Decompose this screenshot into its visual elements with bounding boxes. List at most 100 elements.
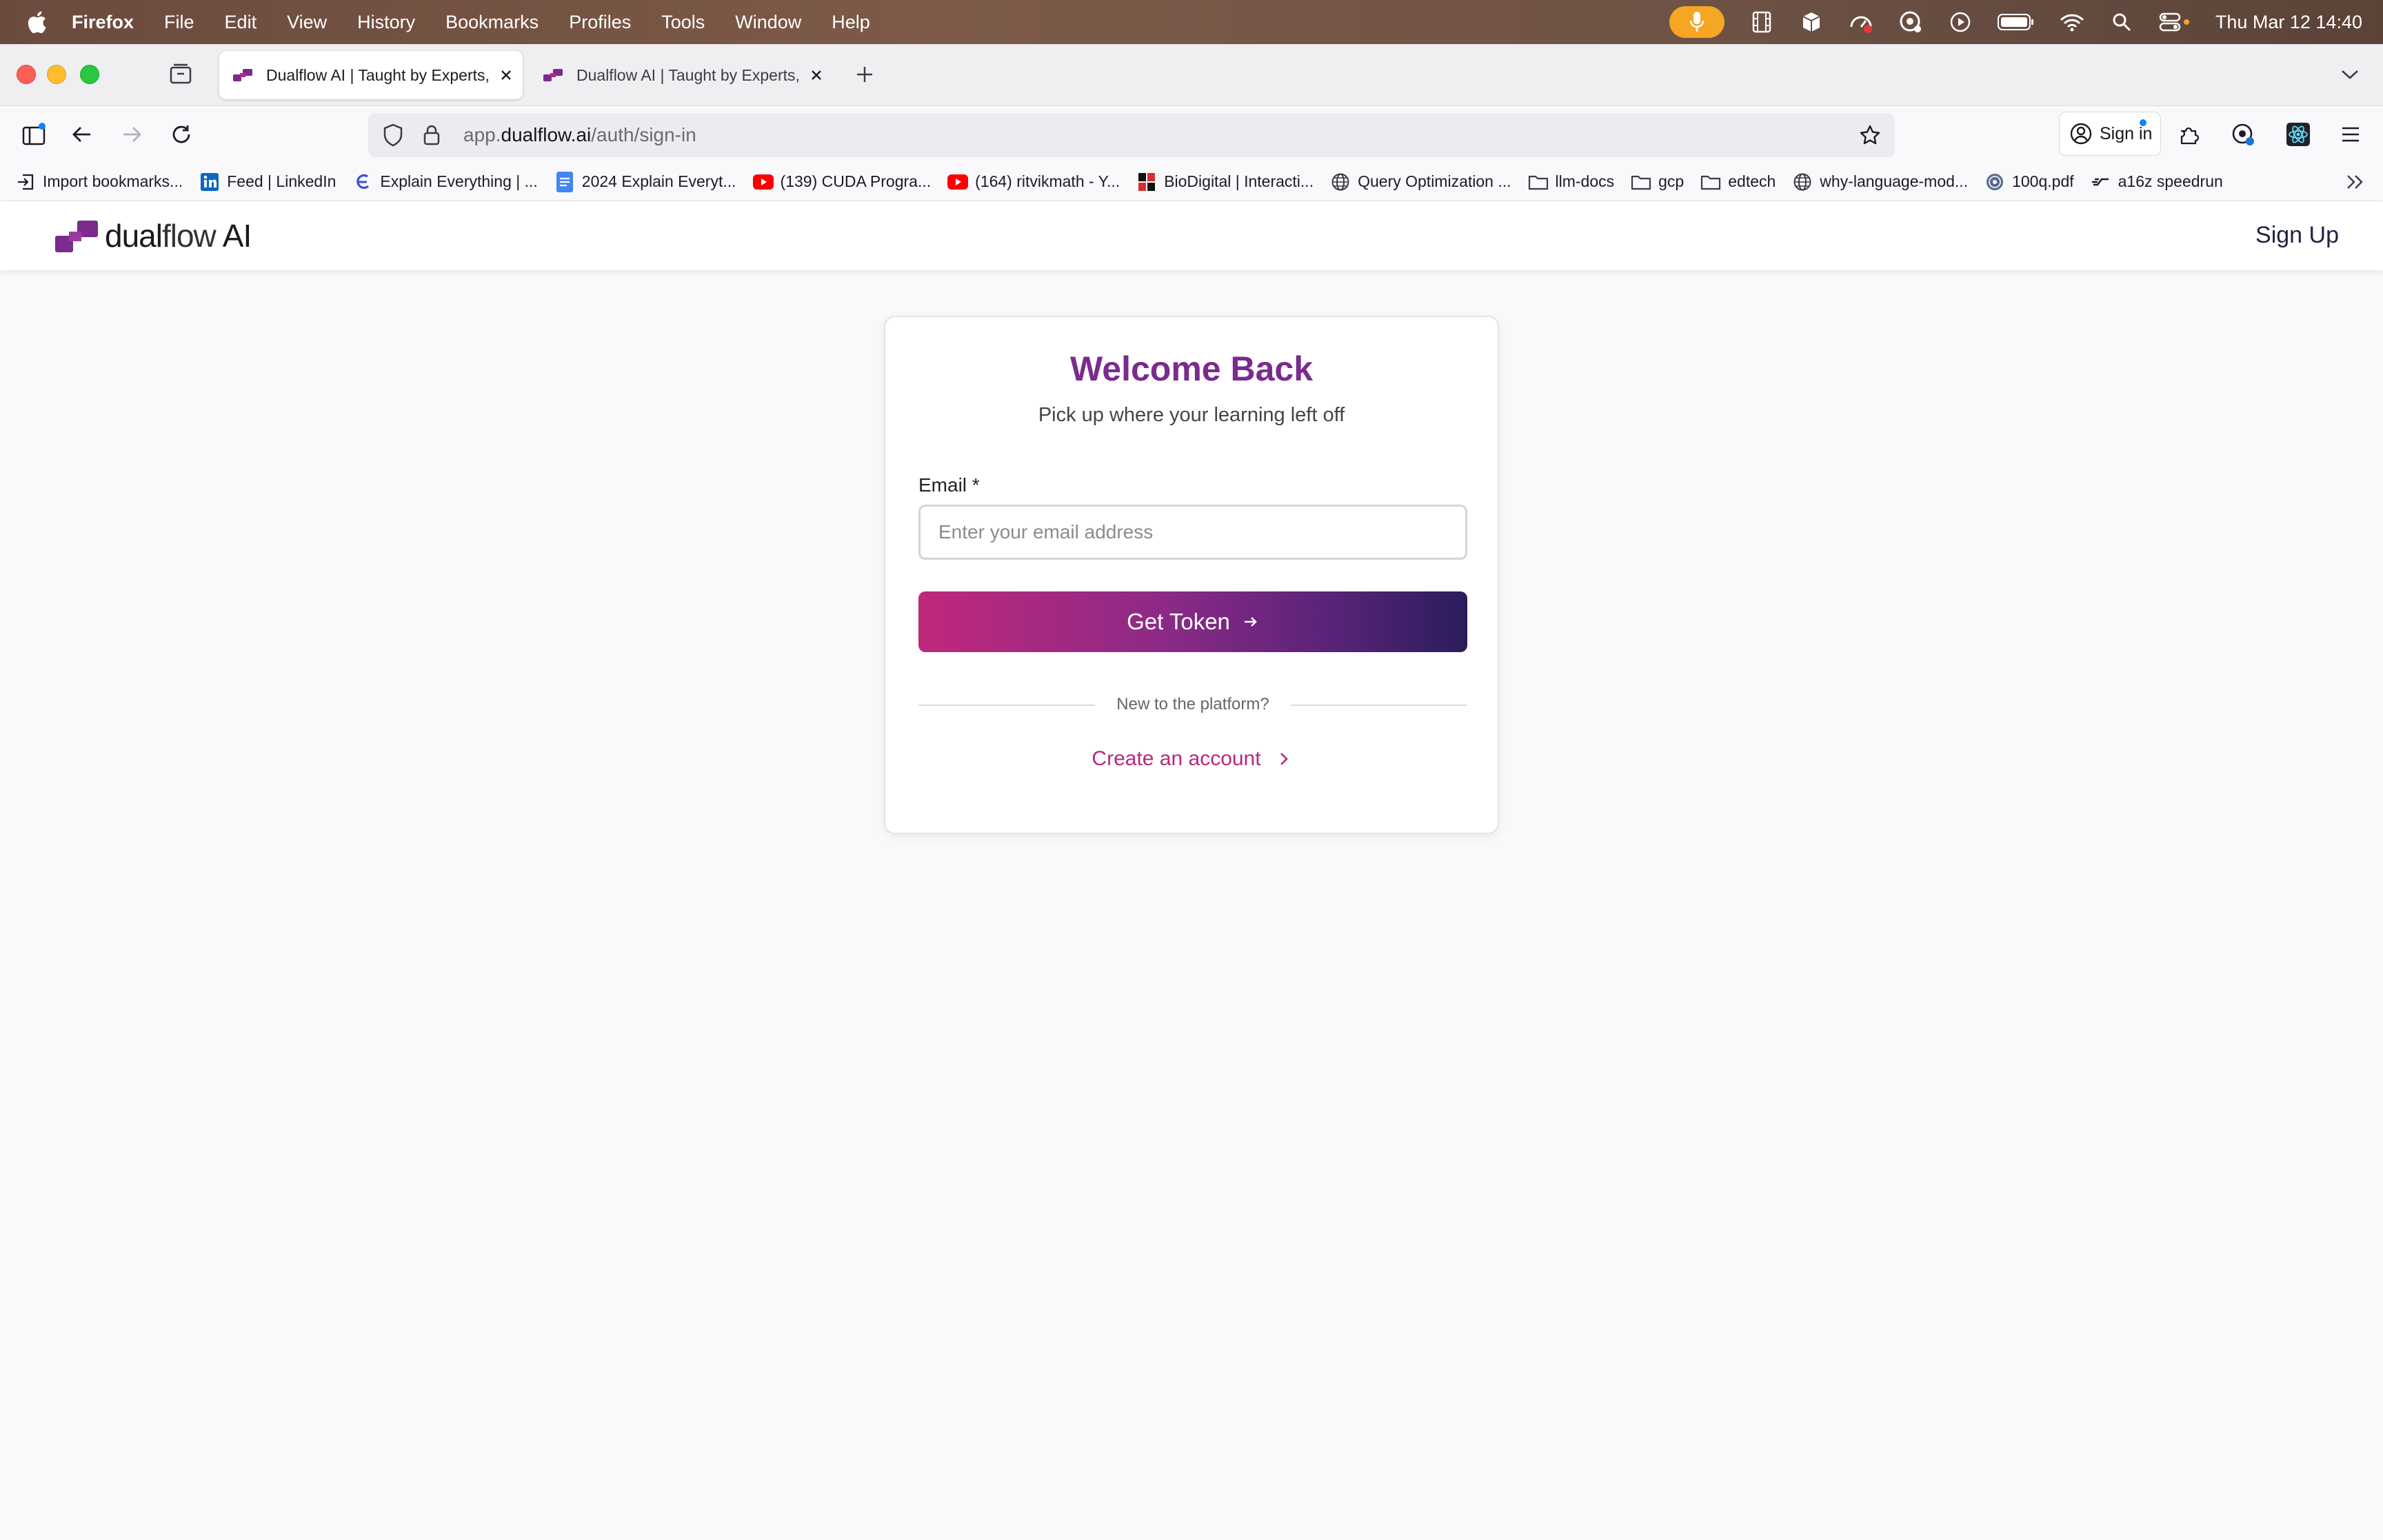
biodigital-icon — [1136, 172, 1157, 192]
bookmarks-toolbar: Import bookmarks... Feed | LinkedIn Expl… — [0, 163, 2383, 201]
bookmark-2024-explain[interactable]: 2024 Explain Everyt... — [554, 171, 736, 192]
bookmark-import[interactable]: Import bookmarks... — [15, 172, 183, 192]
sidebar-toggle-icon[interactable] — [18, 119, 50, 150]
import-icon — [15, 172, 36, 192]
account-sign-in-button[interactable]: Sign in — [2059, 112, 2161, 156]
folder-icon — [1631, 172, 1651, 192]
globe-icon — [1330, 172, 1351, 192]
reload-icon[interactable] — [165, 119, 197, 150]
get-token-button[interactable]: Get Token — [918, 591, 1467, 652]
divider-line-right — [1291, 705, 1467, 706]
bookmark-label: (164) ritvikmath - Y... — [975, 172, 1120, 190]
bookmark-biodigital[interactable]: BioDigital | Interacti... — [1136, 172, 1314, 192]
brand-flow: flow — [161, 218, 217, 254]
menu-window[interactable]: Window — [735, 12, 801, 33]
tab-label: Dualflow AI | Taught by Experts, — [266, 65, 490, 84]
page-viewport: dualflow AI Sign Up Welcome Back Pick up … — [0, 201, 2383, 1540]
bookmark-ritvikmath[interactable]: (164) ritvikmath - Y... — [947, 172, 1120, 192]
youtube-icon — [947, 172, 969, 192]
password-manager-icon[interactable] — [1898, 10, 1923, 34]
url-subdomain: app. — [463, 124, 501, 145]
bookmark-query-optimization[interactable]: Query Optimization ... — [1330, 172, 1511, 192]
menu-bar-clock[interactable]: Thu Mar 12 14:40 — [2215, 12, 2362, 33]
film-strip-icon[interactable] — [1749, 10, 1774, 34]
menu-tools[interactable]: Tools — [661, 12, 705, 33]
email-field[interactable] — [918, 505, 1467, 560]
window-zoom-button[interactable] — [80, 65, 99, 84]
pdf-seal-icon — [1984, 172, 2005, 192]
hamburger-menu-icon[interactable] — [2335, 119, 2366, 150]
bookmark-a16z-speedrun[interactable]: a16z speedrun — [2091, 172, 2223, 192]
menu-profiles[interactable]: Profiles — [569, 12, 631, 33]
browser-navigation-bar: app.dualflow.ai/auth/sign-in Sign in — [0, 106, 2383, 163]
bookmark-label: BioDigital | Interacti... — [1164, 172, 1314, 190]
or-divider: New to the platform? — [918, 695, 1467, 716]
chevron-right-icon — [1280, 753, 1288, 765]
bookmark-label: Feed | LinkedIn — [227, 172, 336, 190]
speedrun-icon — [2091, 172, 2111, 192]
arrow-right-icon — [1244, 617, 1257, 627]
bookmark-explain-everything[interactable]: Explain Everything | ... — [352, 172, 538, 192]
tab-dualflow-background[interactable]: Dualflow AI | Taught by Experts, — [530, 51, 833, 99]
cube-icon[interactable] — [1799, 10, 1824, 34]
close-tab-icon[interactable] — [807, 65, 826, 85]
macos-menu-bar: Firefox File Edit View History Bookmarks… — [0, 0, 2383, 44]
bookmark-why-language-models[interactable]: why-language-mod... — [1792, 172, 1968, 192]
bookmark-star-icon[interactable] — [1856, 121, 1884, 149]
bookmark-folder-edtech[interactable]: edtech — [1700, 172, 1776, 192]
bookmark-label: a16z speedrun — [2118, 172, 2223, 190]
create-account-link[interactable]: Create an account — [885, 747, 1498, 771]
url-text[interactable]: app.dualflow.ai/auth/sign-in — [463, 124, 696, 146]
list-all-tabs-chevron-icon[interactable] — [2336, 61, 2364, 88]
react-devtools-icon[interactable] — [2282, 119, 2314, 150]
lock-icon[interactable] — [419, 121, 444, 149]
bookmark-label: Query Optimization ... — [1358, 172, 1511, 190]
bookmark-label: gcp — [1658, 172, 1685, 190]
window-minimize-button[interactable] — [47, 65, 66, 84]
bookmarks-overflow-chevron-icon[interactable] — [2343, 170, 2368, 194]
tab-dualflow-active[interactable]: Dualflow AI | Taught by Experts, — [219, 51, 523, 99]
get-token-label: Get Token — [1127, 609, 1230, 634]
bookmark-label: (139) CUDA Progra... — [780, 172, 932, 190]
speedometer-icon[interactable] — [1849, 10, 1873, 34]
forward-arrow-icon[interactable] — [116, 119, 148, 150]
tracking-protection-shield-icon[interactable] — [379, 121, 407, 149]
sign-in-label: Sign in — [2100, 123, 2153, 143]
control-center-icon[interactable] — [2159, 10, 2191, 34]
bookmark-linkedin[interactable]: Feed | LinkedIn — [199, 172, 336, 192]
menu-file[interactable]: File — [164, 12, 194, 33]
menu-help[interactable]: Help — [832, 12, 870, 33]
back-arrow-icon[interactable] — [66, 119, 98, 150]
microphone-icon[interactable] — [1669, 6, 1725, 38]
sign-up-link[interactable]: Sign Up — [2255, 222, 2339, 249]
url-path: /auth/sign-in — [591, 124, 696, 145]
menu-bookmarks[interactable]: Bookmarks — [445, 12, 539, 33]
extensions-puzzle-icon[interactable] — [2173, 119, 2205, 150]
spotlight-search-icon[interactable] — [2109, 10, 2134, 34]
apple-icon[interactable] — [26, 10, 47, 34]
bookmark-label: llm-docs — [1555, 172, 1615, 190]
notification-dot — [2140, 119, 2146, 126]
dualflow-logo-mark-icon — [55, 221, 98, 252]
menu-firefox[interactable]: Firefox — [72, 12, 134, 33]
window-close-button[interactable] — [17, 65, 36, 84]
menu-edit[interactable]: Edit — [225, 12, 257, 33]
menu-history[interactable]: History — [357, 12, 415, 33]
dualflow-logo[interactable]: dualflow AI — [54, 216, 252, 255]
bookmark-label: Import bookmarks... — [43, 172, 183, 190]
account-icon — [2069, 122, 2093, 145]
play-icon[interactable] — [1948, 10, 1973, 34]
address-bar[interactable]: app.dualflow.ai/auth/sign-in — [368, 113, 1895, 157]
bookmark-cuda[interactable]: (139) CUDA Progra... — [752, 172, 932, 192]
bookmark-label: why-language-mod... — [1820, 172, 1969, 190]
new-tab-plus-icon[interactable] — [851, 61, 878, 88]
bookmark-folder-gcp[interactable]: gcp — [1631, 172, 1684, 192]
menu-view[interactable]: View — [287, 12, 327, 33]
bookmark-folder-llm-docs[interactable]: llm-docs — [1528, 172, 1615, 192]
wifi-icon[interactable] — [2060, 10, 2084, 34]
close-tab-icon[interactable] — [496, 65, 516, 85]
bookmark-100q-pdf[interactable]: 100q.pdf — [1984, 172, 2074, 192]
bookmark-label: edtech — [1728, 172, 1776, 190]
password-extension-icon[interactable] — [2227, 119, 2259, 150]
firefox-view-icon[interactable] — [168, 62, 193, 87]
